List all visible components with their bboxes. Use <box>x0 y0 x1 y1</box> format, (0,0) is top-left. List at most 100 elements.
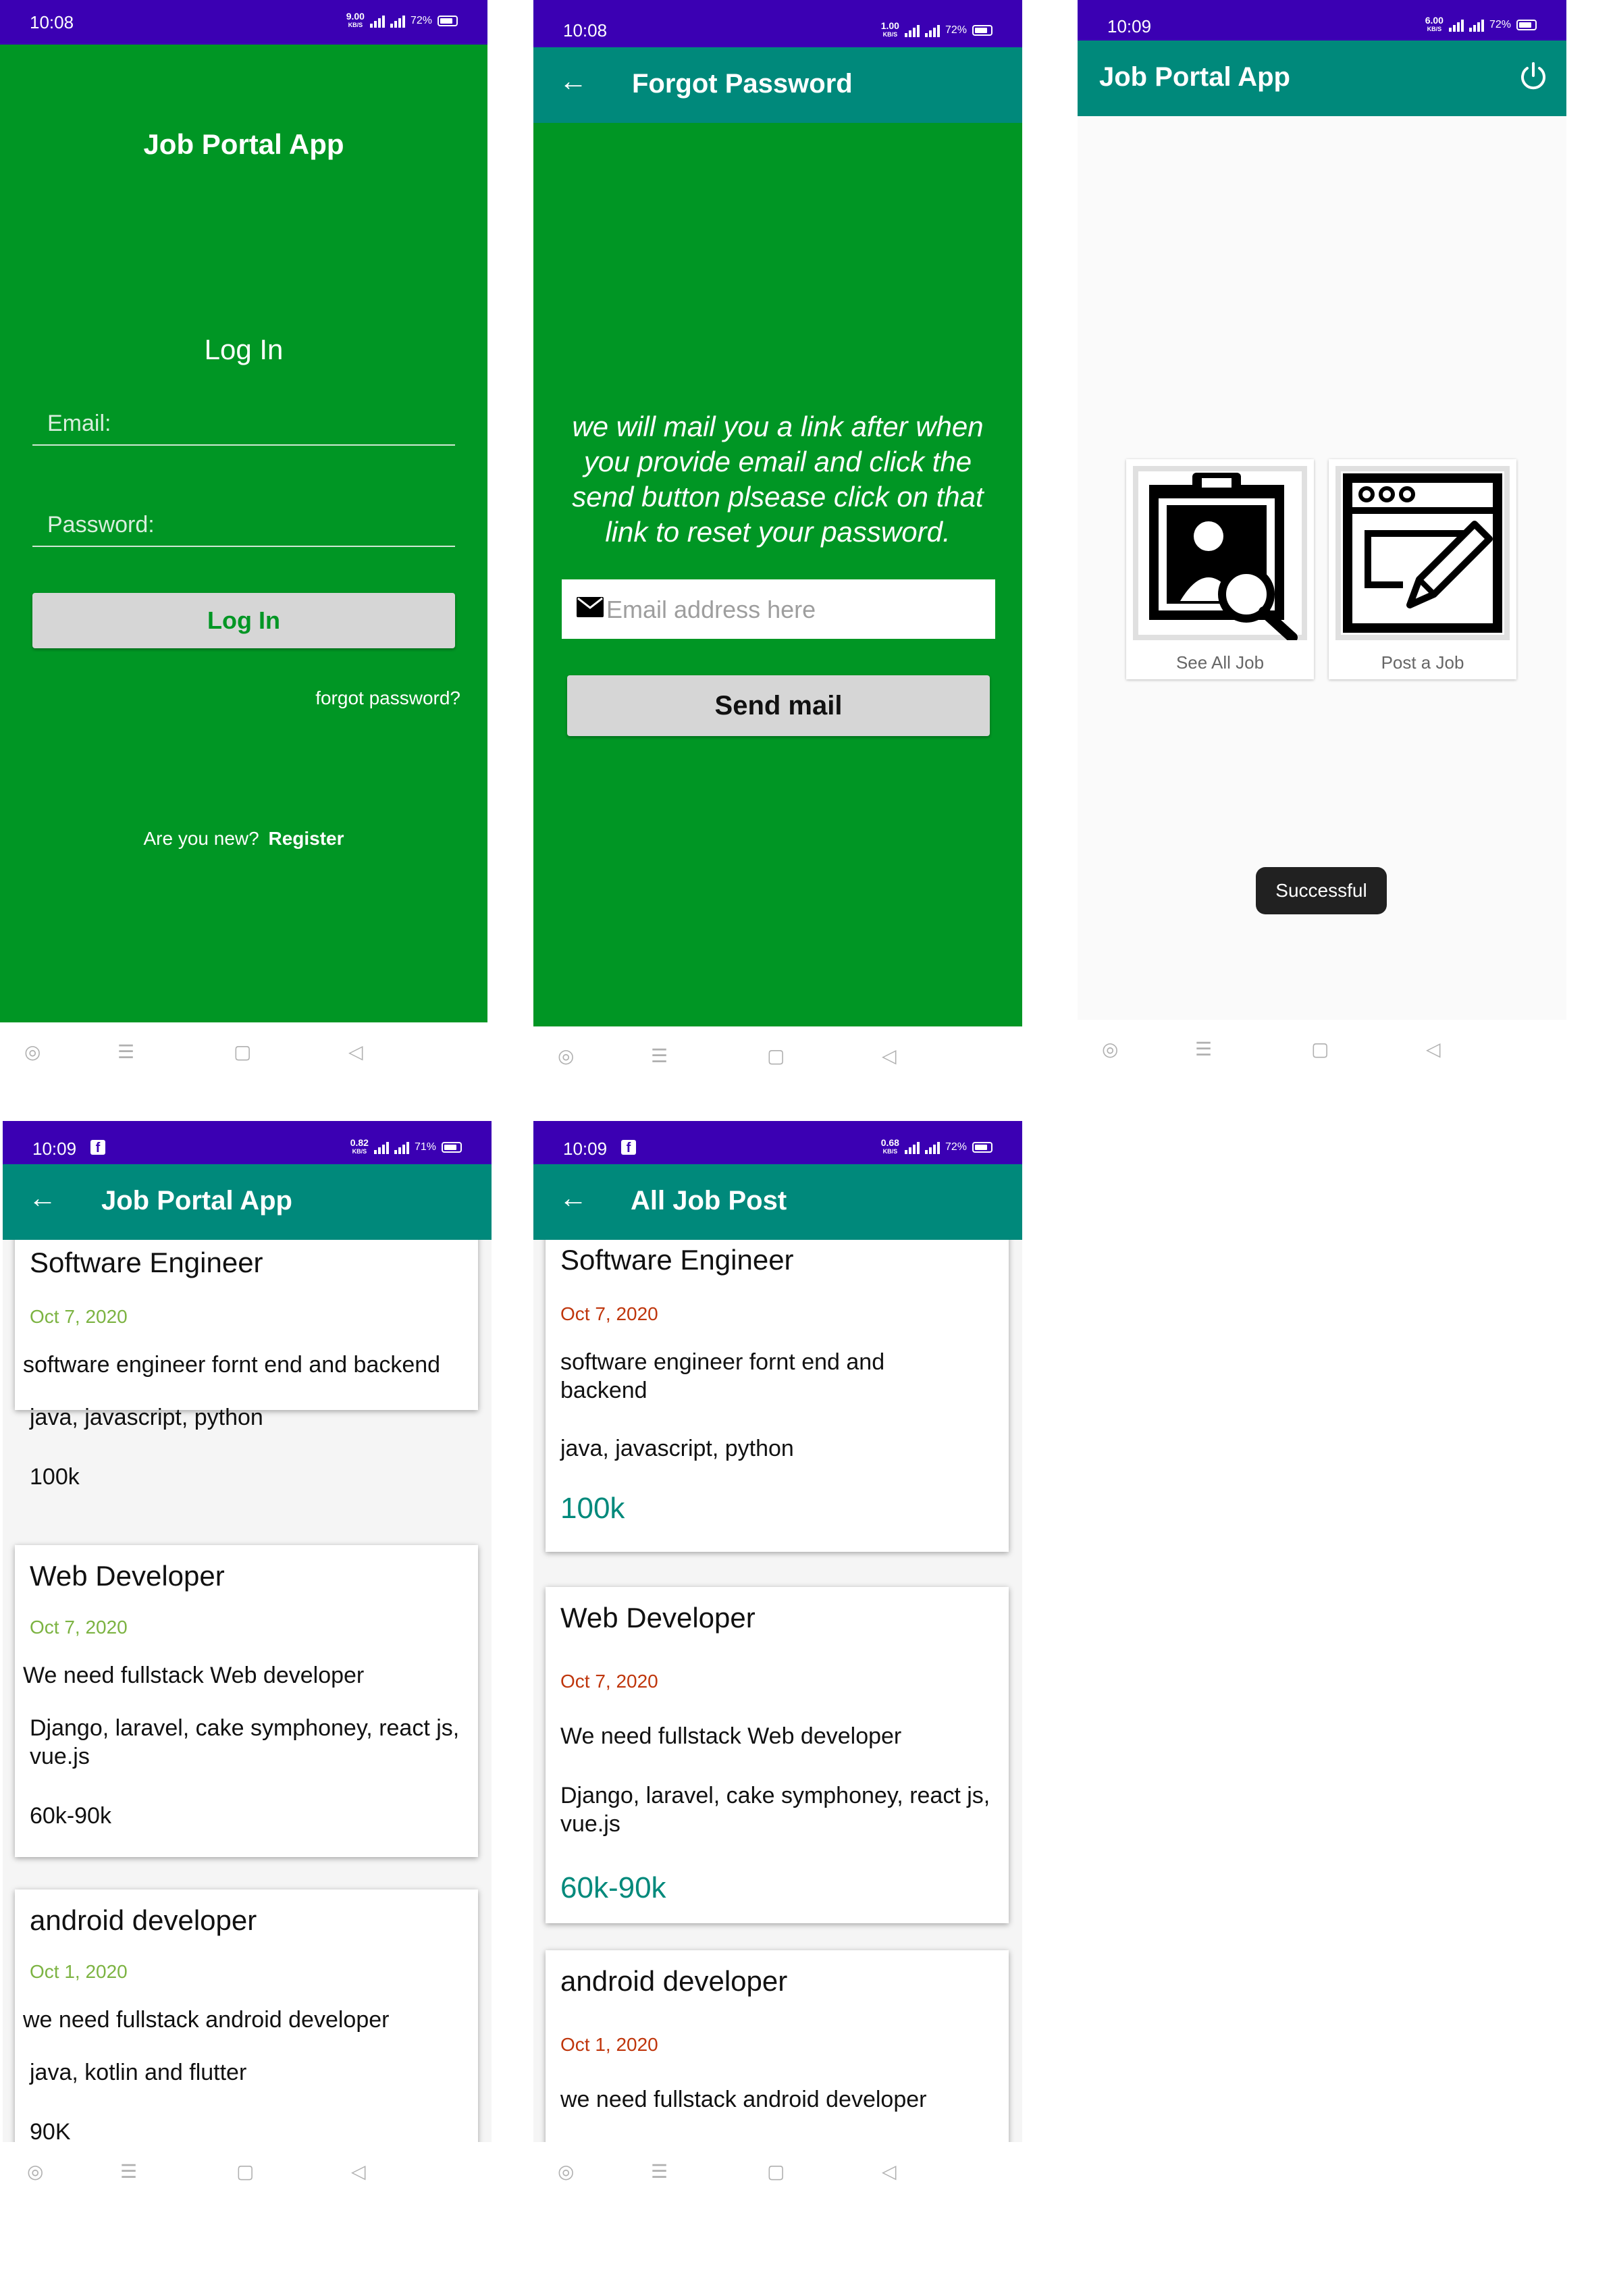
job-skills: java, javascript, python <box>30 1405 263 1430</box>
forgot-password-link[interactable]: forgot password? <box>315 687 460 709</box>
job-card[interactable]: Web Developer Oct 7, 2020 We need fullst… <box>546 1587 1009 1923</box>
signal-icon <box>390 14 405 28</box>
nav-bar: ◎ ☰ ▢ ◁ <box>3 2142 492 2201</box>
job-card[interactable]: android developer Oct 1, 2020 we need fu… <box>546 1950 1009 2142</box>
job-skills: Django, laravel, cake symphoney, react j… <box>560 1783 990 1837</box>
assistant-icon[interactable]: ◎ <box>24 1043 41 1062</box>
app-bar: Job Portal App <box>1078 41 1566 116</box>
email-field[interactable]: Email: <box>32 401 455 446</box>
post-a-job-tile[interactable]: Post a Job <box>1329 459 1516 679</box>
status-time: 10:09 <box>563 1139 608 1159</box>
status-icons: 0.68 KB/S 72% <box>881 1137 992 1157</box>
see-all-job-tile[interactable]: See All Job <box>1126 459 1314 679</box>
job-card[interactable]: Software Engineer Oct 7, 2020 software e… <box>546 1240 1009 1552</box>
page-title: Job Portal App <box>101 1186 292 1216</box>
all-job-list: Software Engineer Oct 7, 2020 software e… <box>533 1240 1022 2142</box>
toast-message: Successful <box>1256 867 1387 914</box>
menu-icon[interactable]: ☰ <box>1195 1040 1212 1059</box>
net-speed: 0.68 KB/S <box>880 1137 899 1155</box>
job-search-icon <box>1133 466 1307 643</box>
assistant-icon[interactable]: ◎ <box>558 1047 574 1066</box>
password-field[interactable]: Password: <box>32 502 455 547</box>
signal-icon <box>394 1141 409 1154</box>
signal-icon <box>904 24 920 37</box>
instruction-text: we will mail you a link after when you p… <box>572 411 984 548</box>
nav-bar: ◎ ☰ ▢ ◁ <box>533 1026 1022 1080</box>
app-bar: ← All Job Post <box>533 1164 1022 1240</box>
assistant-icon[interactable]: ◎ <box>27 2162 43 2181</box>
forgot-body: we will mail you a link after when you p… <box>533 123 1022 1026</box>
job-salary: 100k <box>30 1464 80 1490</box>
home-icon[interactable]: ▢ <box>1311 1040 1329 1059</box>
job-salary: 60k-90k <box>30 1803 111 1829</box>
back-icon[interactable]: ◁ <box>1426 1040 1441 1059</box>
back-icon[interactable]: ◁ <box>882 1047 897 1066</box>
assistant-icon[interactable]: ◎ <box>558 2162 574 2181</box>
facebook-icon: f <box>621 1140 636 1155</box>
back-arrow-icon[interactable]: ← <box>559 1182 587 1214</box>
job-skills: java, kotlin and flutter <box>30 2060 247 2085</box>
battery-level: 72% <box>410 15 432 26</box>
battery-level: 72% <box>945 1141 967 1153</box>
menu-icon[interactable]: ☰ <box>651 2162 668 2181</box>
email-input[interactable]: Email address here <box>562 579 995 639</box>
status-time: 10:09 <box>32 1139 77 1159</box>
status-icons: 6.00 KB/S 72% <box>1425 15 1537 35</box>
signal-icon <box>1468 18 1484 32</box>
post-a-job-label: Post a Job <box>1381 652 1464 673</box>
status-bar: 10:09 f 0.68 KB/S 72% <box>533 1121 1022 1164</box>
status-time: 10:09 <box>1107 16 1152 36</box>
back-arrow-icon[interactable]: ← <box>28 1182 57 1214</box>
home-icon[interactable]: ▢ <box>236 2162 254 2181</box>
home-icon[interactable]: ▢ <box>767 2162 785 2181</box>
login-screen: 10:08 9.00 KB/S 72% Job Portal App Log In… <box>0 0 487 1080</box>
back-icon[interactable]: ◁ <box>348 1043 363 1062</box>
email-placeholder: Email address here <box>606 596 816 623</box>
job-card[interactable]: android developer Oct 1, 2020 we need fu… <box>15 1889 478 2142</box>
password-label: Password: <box>47 512 155 538</box>
all-job-post-screen: 10:09 f 0.68 KB/S 72% ← All Job Post Soft… <box>533 1121 1022 2201</box>
battery-icon <box>442 1142 462 1153</box>
job-description: We need fullstack Web developer <box>23 1663 365 1688</box>
forgot-password-screen: 10:08 1.00 KB/S 72% ← Forgot Password we … <box>533 0 1022 1080</box>
page-title: All Job Post <box>631 1186 787 1216</box>
status-time: 10:08 <box>30 12 74 32</box>
job-skills: Django, laravel, cake symphoney, react j… <box>30 1715 460 1769</box>
battery-level: 72% <box>1489 19 1511 30</box>
menu-icon[interactable]: ☰ <box>120 2162 137 2181</box>
page-title: Job Portal App <box>1099 62 1290 92</box>
register-row: Are you new? Register <box>0 828 487 850</box>
net-speed: 0.82 KB/S <box>350 1137 369 1155</box>
battery-icon <box>438 16 458 26</box>
back-arrow-icon[interactable]: ← <box>559 65 587 97</box>
battery-level: 71% <box>414 1141 436 1153</box>
facebook-icon: f <box>90 1140 105 1155</box>
job-title: Software Engineer <box>30 1247 263 1278</box>
job-salary: 100k <box>560 1492 625 1525</box>
job-card[interactable]: Software Engineer Oct 7, 2020 software e… <box>15 1240 478 1490</box>
back-icon[interactable]: ◁ <box>351 2162 366 2181</box>
status-icons: 9.00 KB/S 72% <box>346 11 458 31</box>
menu-icon[interactable]: ☰ <box>651 1047 668 1066</box>
login-heading: Log In <box>204 334 284 365</box>
menu-icon[interactable]: ☰ <box>117 1043 134 1062</box>
job-description: We need fullstack Web developer <box>560 1723 902 1749</box>
assistant-icon[interactable]: ◎ <box>1102 1040 1118 1059</box>
power-icon[interactable] <box>1518 61 1549 95</box>
signal-icon <box>924 24 940 37</box>
job-title: android developer <box>560 1965 788 1997</box>
register-link[interactable]: Register <box>268 828 344 849</box>
status-bar: 10:08 1.00 KB/S 72% <box>533 0 1022 47</box>
status-icons: 0.82 KB/S 71% <box>350 1137 462 1157</box>
login-button[interactable]: Log In <box>32 593 455 648</box>
back-icon[interactable]: ◁ <box>882 2162 897 2181</box>
nav-bar: ◎ ☰ ▢ ◁ <box>0 1022 487 1080</box>
job-card[interactable]: Web Developer Oct 7, 2020 We need fullst… <box>15 1545 478 1857</box>
send-mail-button[interactable]: Send mail <box>567 675 990 736</box>
job-salary: 60k-90k <box>560 1871 666 1904</box>
nav-bar: ◎ ☰ ▢ ◁ <box>1078 1020 1566 1080</box>
home-icon[interactable]: ▢ <box>767 1047 785 1066</box>
login-body: Job Portal App Log In Email: Password: L… <box>0 45 487 1022</box>
login-button-label: Log In <box>207 606 280 634</box>
home-icon[interactable]: ▢ <box>234 1043 251 1062</box>
